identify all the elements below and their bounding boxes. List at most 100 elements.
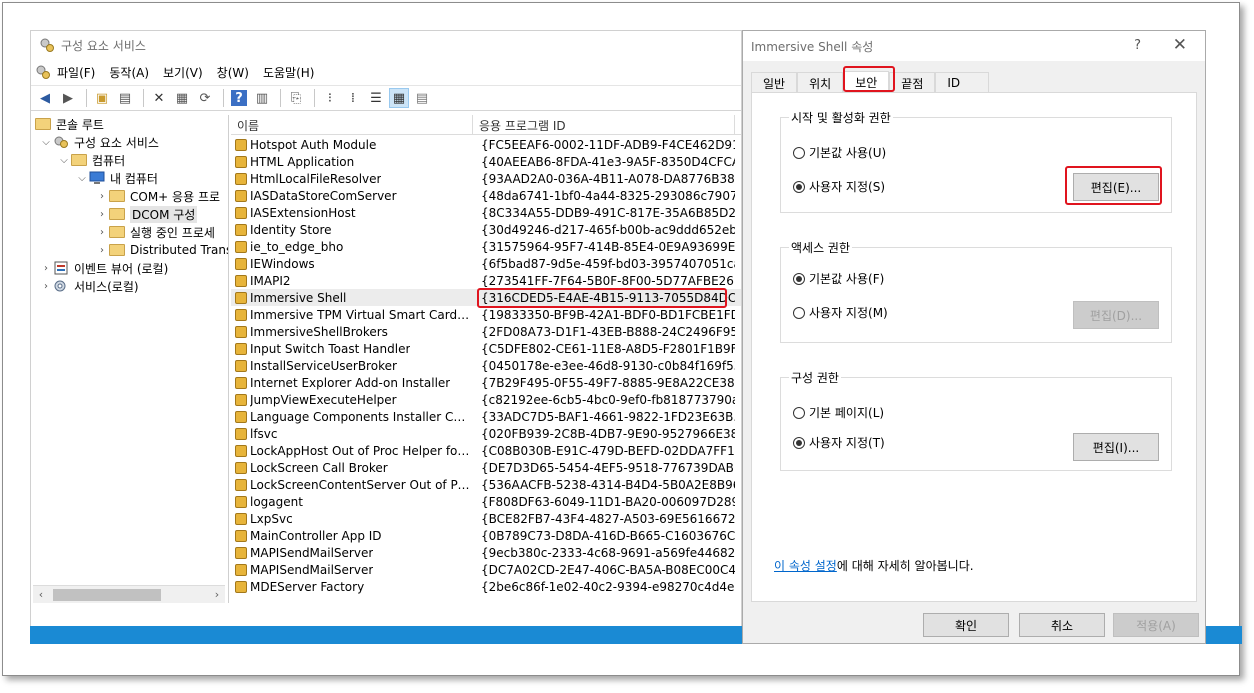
app-menu-icon[interactable]: [35, 64, 51, 80]
scroll-left-icon[interactable]: ‹: [33, 588, 49, 601]
up-folder-icon[interactable]: ▣: [92, 88, 112, 108]
close-icon[interactable]: ✕: [1173, 35, 1187, 55]
refresh-icon[interactable]: ⟳: [195, 88, 215, 108]
show-tree-icon[interactable]: ▤: [115, 88, 135, 108]
scroll-right-icon[interactable]: ›: [209, 588, 225, 601]
dialog-titlebar: Immersive Shell 속성 ? ✕: [743, 31, 1205, 61]
tree-node-running-processes[interactable]: › 실행 중인 프로세: [95, 223, 215, 241]
app-package-icon: [235, 257, 247, 270]
config-custom-radio[interactable]: 사용자 지정(T): [793, 434, 885, 451]
delete-icon[interactable]: ✕: [149, 88, 169, 108]
cancel-button[interactable]: 취소: [1019, 613, 1105, 637]
app-id-cell: {DE7D3D65-5454-4EF5-9518-776739DAB...: [481, 460, 735, 475]
table-row[interactable]: MainController App ID {0B789C73-D8DA-416D…: [231, 527, 741, 544]
table-row[interactable]: MAPISendMailServer {DC7A02CD-2E47-406C-BA…: [231, 561, 741, 578]
table-row[interactable]: LockScreenContentServer Out of Proc ... {…: [231, 476, 741, 493]
tab-identity[interactable]: ID: [935, 72, 990, 93]
chevron-down-icon[interactable]: ⌵: [57, 155, 71, 166]
table-row[interactable]: LockAppHost Out of Proc Helper for L... {…: [231, 442, 741, 459]
app-name: logagent: [250, 494, 303, 509]
chevron-down-icon[interactable]: ⌵: [75, 173, 89, 184]
table-row[interactable]: ImmersiveShellBrokers {2FD08A73-D1F1-43EB…: [231, 323, 741, 340]
table-row[interactable]: InstallServiceUserBroker {0450178e-e3ee-4…: [231, 357, 741, 374]
list-view-icon[interactable]: ☰: [366, 88, 386, 108]
highlight-box-app-id: [477, 288, 727, 308]
access-custom-radio[interactable]: 사용자 지정(M): [793, 304, 888, 321]
tree-node-my-computer[interactable]: ⌵ 내 컴퓨터: [75, 169, 158, 187]
chevron-right-icon[interactable]: ›: [39, 263, 53, 274]
tree-node-component-services[interactable]: ⌵ 구성 요소 서비스: [39, 133, 159, 151]
learn-more-link[interactable]: 이 속성 설정: [774, 559, 837, 573]
table-row[interactable]: IASDataStoreComServer {48da6741-1bf0-4a44…: [231, 187, 741, 204]
tab-general[interactable]: 일반: [751, 72, 798, 93]
detail-view-icon[interactable]: ▦: [389, 88, 409, 108]
chevron-right-icon[interactable]: ›: [95, 209, 109, 220]
app-name-cell: Hotspot Auth Module: [231, 138, 473, 152]
menu-file[interactable]: 파일(F): [57, 64, 95, 81]
menu-action[interactable]: 동작(A): [109, 64, 149, 81]
table-row[interactable]: JumpViewExecuteHelper {c82192ee-6cb5-4bc0…: [231, 391, 741, 408]
column-header-app-id[interactable]: 응용 프로그램 ID: [473, 115, 735, 135]
app-name: MAPISendMailServer: [250, 545, 374, 560]
table-row[interactable]: Identity Store {30d49246-d217-465f-b00b-a…: [231, 221, 741, 238]
table-row[interactable]: Internet Explorer Add-on Installer {7B29F…: [231, 374, 741, 391]
help-icon[interactable]: ?: [231, 90, 247, 106]
help-button[interactable]: ?: [1134, 38, 1141, 53]
forward-arrow-icon[interactable]: ▶: [58, 88, 78, 108]
tree-node-com-plus[interactable]: › COM+ 응용 프로: [95, 187, 220, 205]
column-header-name[interactable]: 이름: [231, 115, 473, 135]
export-list-icon[interactable]: ⎘: [286, 88, 306, 108]
chevron-right-icon[interactable]: ›: [39, 281, 53, 292]
chevron-right-icon[interactable]: ›: [95, 245, 109, 256]
menu-view[interactable]: 보기(V): [163, 64, 203, 81]
scroll-thumb[interactable]: [53, 588, 161, 601]
app-name-cell: MDEServer Factory: [231, 580, 473, 594]
action-pane-icon[interactable]: ▥: [252, 88, 272, 108]
configure-columns-icon[interactable]: ▤: [412, 88, 432, 108]
launch-default-radio[interactable]: 기본값 사용(U): [793, 144, 886, 161]
tree-node-distributed-trans[interactable]: › Distributed Trans: [95, 241, 228, 259]
app-name: InstallServiceUserBroker: [250, 358, 397, 373]
table-row[interactable]: IMAPI2 {273541FF-7F64-5B0F-8F00-5D77AFBE2…: [231, 272, 741, 289]
table-row[interactable]: Immersive TPM Virtual Smart Card Ma... {1…: [231, 306, 741, 323]
app-id-cell: {33ADC7D5-BAF1-4661-9822-1FD23E63B...: [481, 409, 735, 424]
config-default-radio[interactable]: 기본 페이지(L): [793, 404, 884, 421]
tree-node-computers[interactable]: ⌵ 컴퓨터: [57, 151, 125, 169]
tab-location[interactable]: 위치: [797, 72, 844, 93]
menu-window[interactable]: 창(W): [217, 64, 249, 81]
chevron-right-icon[interactable]: ›: [95, 191, 109, 202]
table-row[interactable]: IASExtensionHost {8C334A55-DDB9-491C-817E…: [231, 204, 741, 221]
table-row[interactable]: lfsvc {020FB939-2C8B-4DB7-9E90-9527966E38…: [231, 425, 741, 442]
tree-node-event-viewer[interactable]: › 이벤트 뷰어 (로컬): [39, 259, 168, 277]
tab-endpoints[interactable]: 끝점: [889, 72, 936, 93]
launch-custom-radio[interactable]: 사용자 지정(S): [793, 178, 885, 195]
back-arrow-icon[interactable]: ◀: [35, 88, 55, 108]
table-row[interactable]: LockScreen Call Broker {DE7D3D65-5454-4EF…: [231, 459, 741, 476]
ok-button[interactable]: 확인: [923, 613, 1009, 637]
table-row[interactable]: Input Switch Toast Handler {C5DFE802-CE61…: [231, 340, 741, 357]
menu-help[interactable]: 도움말(H): [263, 64, 315, 81]
tree-node-services[interactable]: › 서비스(로컬): [39, 277, 139, 295]
access-default-radio[interactable]: 기본값 사용(F): [793, 270, 884, 287]
table-row[interactable]: Language Components Installer Com ... {33…: [231, 408, 741, 425]
tree-node-console-root[interactable]: 콘솔 루트: [35, 115, 104, 133]
properties-icon[interactable]: ▦: [172, 88, 192, 108]
chevron-down-icon[interactable]: ⌵: [39, 137, 53, 148]
table-row[interactable]: Hotspot Auth Module {FC5EEAF6-0002-11DF-A…: [231, 136, 741, 153]
table-row[interactable]: HTML Application {40AEEAB6-8FDA-41e3-9A5F…: [231, 153, 741, 170]
table-row[interactable]: IEWindows {6f5bad87-9d5e-459f-bd03-395740…: [231, 255, 741, 272]
config-edit-button[interactable]: 편집(I)...: [1073, 433, 1159, 461]
table-row[interactable]: MDEServer Factory {2be6c86f-1e02-40c2-939…: [231, 578, 741, 595]
tree-node-dcom-config[interactable]: › DCOM 구성: [95, 205, 198, 223]
table-row[interactable]: logagent {F808DF63-6049-11D1-BA20-006097D…: [231, 493, 741, 510]
table-row[interactable]: HtmlLocalFileResolver {93AAD2A0-036A-4B11…: [231, 170, 741, 187]
large-icons-icon[interactable]: ⁝: [320, 88, 340, 108]
tree-horizontal-scrollbar[interactable]: ‹ ›: [33, 585, 225, 603]
table-row[interactable]: LxpSvc {BCE82FB7-43F4-4827-A503-69E561667…: [231, 510, 741, 527]
table-row[interactable]: MAPISendMailServer {9ecb380c-2333-4c68-96…: [231, 544, 741, 561]
app-id-cell: {19833350-BF9B-42A1-BDF0-BD1FCBE1FD...: [481, 307, 735, 322]
table-row[interactable]: ie_to_edge_bho {31575964-95F7-414B-85E4-0…: [231, 238, 741, 255]
app-name-cell: ie_to_edge_bho: [231, 240, 473, 254]
small-icons-icon[interactable]: ⁞: [343, 88, 363, 108]
chevron-right-icon[interactable]: ›: [95, 227, 109, 238]
